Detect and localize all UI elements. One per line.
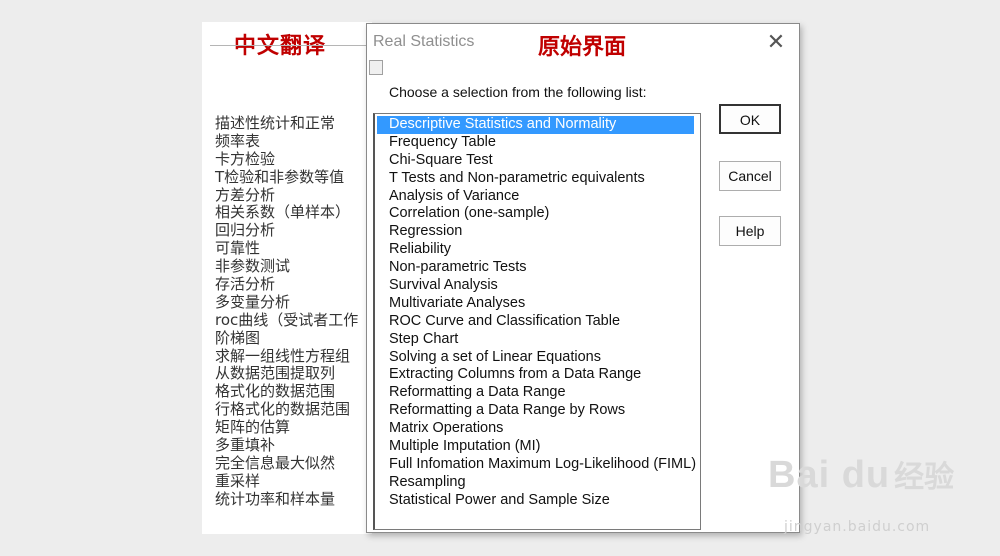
list-option[interactable]: Extracting Columns from a Data Range [377, 366, 700, 384]
watermark-url: jingyan.baidu.com [784, 519, 931, 535]
translation-item: 存活分析 [215, 275, 276, 294]
cancel-button[interactable]: Cancel [719, 161, 781, 191]
list-option[interactable]: Non-parametric Tests [377, 259, 700, 277]
translation-item: 矩阵的估算 [215, 418, 291, 437]
list-option[interactable]: Survival Analysis [377, 277, 700, 295]
watermark-logo-cn: 经验 [894, 461, 955, 494]
translation-item: 频率表 [215, 131, 261, 150]
translation-item: 描述性统计和正常 [215, 114, 336, 132]
selection-listbox[interactable]: Descriptive Statistics and Normality Freq… [373, 113, 701, 530]
list-option[interactable]: ROC Curve and Classification Table [377, 313, 700, 331]
list-option[interactable]: Descriptive Statistics and Normality [377, 116, 694, 134]
translation-item: 格式化的数据范围 [215, 382, 336, 401]
translation-panel: 中文翻译 描述性统计和正常 频率表 卡方检验 T检验和非参数等值 方差分析 相关系数（单样… [202, 22, 372, 534]
translation-item: 完全信息最大似然 [215, 453, 336, 472]
list-option[interactable]: Solving a set of Linear Equations [377, 349, 700, 367]
translation-item: 阶梯图 [215, 328, 261, 347]
list-option[interactable]: Reliability [377, 241, 700, 259]
translation-item: 回归分析 [215, 221, 276, 240]
dialog-title: Real Statistics [373, 33, 475, 50]
list-option[interactable]: Step Chart [377, 331, 700, 349]
translation-list: 描述性统计和正常 频率表 卡方检验 T检验和非参数等值 方差分析 相关系数（单样本） 回归分… [215, 114, 359, 509]
list-option[interactable]: Chi-Square Test [377, 152, 700, 170]
list-option[interactable]: T Tests and Non-parametric equivalents [377, 170, 700, 188]
watermark-logo: Bai du [768, 454, 891, 496]
list-option[interactable]: Correlation (one-sample) [377, 205, 700, 223]
ok-button[interactable]: OK [719, 104, 781, 134]
translation-item: 多变量分析 [215, 292, 291, 311]
translation-item: 卡方检验 [215, 149, 276, 168]
list-option[interactable]: Full Infomation Maximum Log-Likelihood (… [377, 456, 700, 474]
list-option[interactable]: Frequency Table [377, 134, 700, 152]
list-option[interactable]: Reformatting a Data Range by Rows [377, 402, 700, 420]
list-option[interactable]: Regression [377, 223, 700, 241]
help-button[interactable]: Help [719, 216, 781, 246]
dialog-prompt: Choose a selection from the following li… [389, 84, 647, 100]
dialog-title-annotation: 原始界面 [538, 35, 627, 60]
translation-item: T检验和非参数等值 [215, 167, 345, 186]
real-statistics-dialog: Real Statistics 原始界面 ✕ Choose a selectio… [366, 23, 800, 533]
list-option[interactable]: Statistical Power and Sample Size [377, 492, 700, 510]
translation-title: 中文翻译 [234, 34, 327, 59]
translation-item: 行格式化的数据范围 [215, 400, 351, 419]
translation-item: roc曲线（受试者工作 [215, 310, 359, 329]
list-option[interactable]: Matrix Operations [377, 420, 700, 438]
list-option[interactable]: Multivariate Analyses [377, 295, 700, 313]
divider [210, 45, 370, 46]
list-option[interactable]: Multiple Imputation (MI) [377, 438, 700, 456]
translation-item: 方差分析 [215, 185, 276, 204]
option-list: Descriptive Statistics and Normality Freq… [375, 114, 700, 510]
translation-item: 可靠性 [215, 239, 261, 258]
baidu-watermark: Bai du 经验 [768, 452, 954, 497]
translation-item: 统计功率和样本量 [215, 489, 336, 508]
translation-item: 重采样 [215, 471, 261, 490]
translation-item: 相关系数（单样本） [215, 203, 351, 222]
translation-item: 多重填补 [215, 436, 276, 455]
translation-item: 求解一组线性方程组 [215, 346, 351, 365]
translation-item: 非参数测试 [215, 257, 291, 276]
list-option[interactable]: Reformatting a Data Range [377, 384, 700, 402]
translation-item: 从数据范围提取列 [215, 364, 336, 383]
close-icon[interactable]: ✕ [763, 30, 789, 56]
resize-handle[interactable] [369, 60, 383, 75]
list-option[interactable]: Resampling [377, 474, 700, 492]
list-option[interactable]: Analysis of Variance [377, 188, 700, 206]
